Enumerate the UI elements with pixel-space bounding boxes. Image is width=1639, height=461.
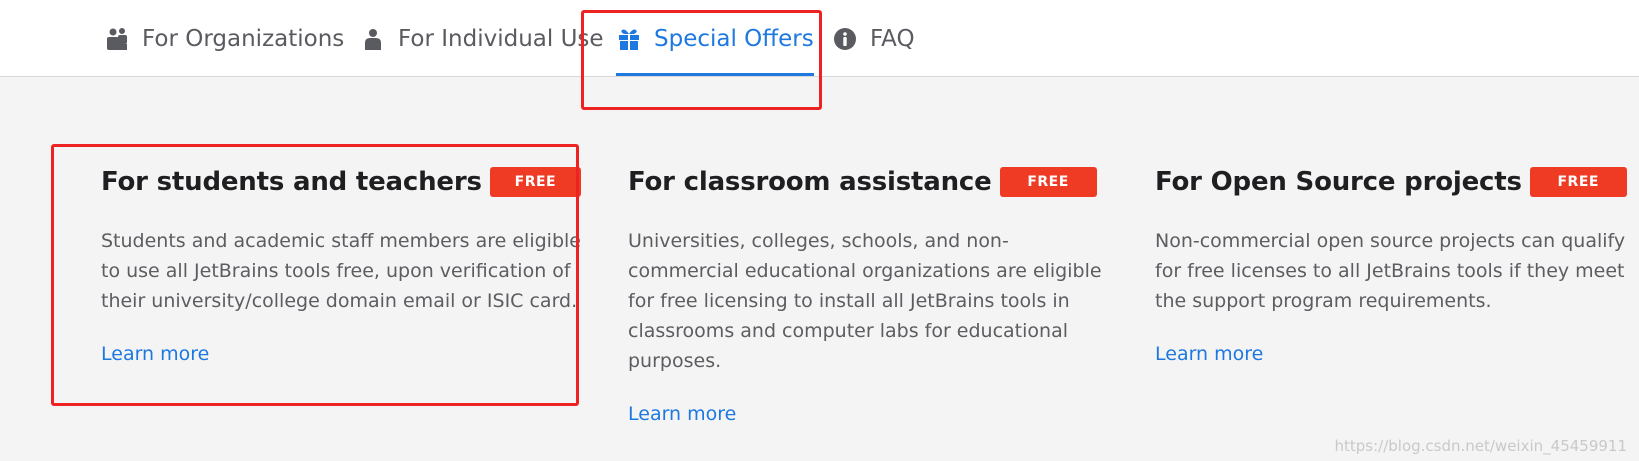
card-header: For Open Source projects FREE (1155, 166, 1635, 198)
person-icon (360, 26, 386, 52)
watermark: https://blog.csdn.net/weixin_45459911 (1334, 437, 1627, 455)
tab-for-organizations[interactable]: For Organizations (104, 0, 344, 77)
card-title: For Open Source projects (1155, 167, 1522, 197)
info-icon (832, 26, 858, 52)
learn-more-link[interactable]: Learn more (101, 343, 209, 365)
offer-card-classroom-assistance: For classroom assistance FREE Universiti… (628, 166, 1108, 425)
card-header: For classroom assistance FREE (628, 166, 1108, 198)
card-description: Non-commercial open source projects can … (1155, 230, 1626, 312)
tab-faq[interactable]: FAQ (832, 0, 915, 77)
gift-icon (616, 26, 642, 52)
tab-special-offers[interactable]: Special Offers (616, 0, 814, 77)
offer-card-open-source: For Open Source projects FREE Non-commer… (1155, 166, 1635, 365)
card-description: Universities, colleges, schools, and non… (628, 230, 1102, 372)
top-navigation: For Organizations For Individual Use Spe… (0, 0, 1639, 77)
tab-label: For Organizations (142, 25, 345, 52)
offer-card-students-teachers: For students and teachers FREE Students … (101, 166, 581, 365)
tab-label: Special Offers (654, 25, 814, 52)
tab-label: For Individual Use (398, 25, 604, 52)
card-description: Students and academic staff members are … (101, 230, 581, 312)
free-badge: FREE (1529, 167, 1627, 197)
learn-more-link[interactable]: Learn more (628, 403, 736, 425)
card-title: For students and teachers (101, 167, 482, 197)
card-title: For classroom assistance (628, 167, 992, 197)
free-badge: FREE (489, 167, 581, 197)
organization-icon (104, 26, 130, 52)
active-tab-underline (616, 73, 814, 76)
tab-label: FAQ (870, 25, 915, 52)
learn-more-link[interactable]: Learn more (1155, 343, 1263, 365)
free-badge: FREE (999, 167, 1097, 197)
card-header: For students and teachers FREE (101, 166, 581, 198)
tab-for-individual-use[interactable]: For Individual Use (360, 0, 604, 77)
